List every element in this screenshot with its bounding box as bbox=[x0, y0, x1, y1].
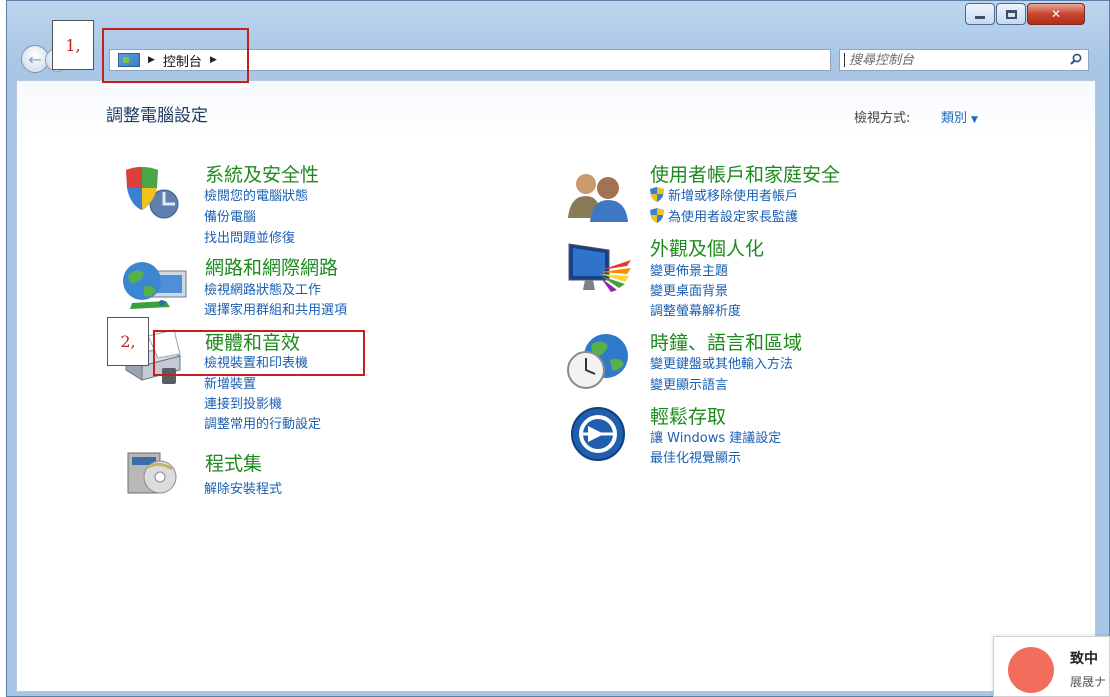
link-connect-projector[interactable]: 連接到投影機 bbox=[204, 393, 282, 412]
category-ease-of-access[interactable]: 輕鬆存取 bbox=[650, 402, 726, 429]
annotation-label-1: 1, bbox=[52, 20, 94, 70]
category-network-internet[interactable]: 網路和網際網路 bbox=[205, 253, 338, 280]
link-windows-suggest[interactable]: 讓 Windows 建議設定 bbox=[650, 427, 781, 446]
link-network-status[interactable]: 檢視網路狀態及工作 bbox=[204, 279, 321, 298]
minimize-icon bbox=[975, 15, 985, 19]
link-display-language[interactable]: 變更顯示語言 bbox=[650, 374, 728, 393]
link-add-remove-users[interactable]: 新增或移除使用者帳戶 bbox=[650, 185, 798, 204]
link-uninstall-program[interactable]: 解除安裝程式 bbox=[204, 478, 282, 497]
link-change-theme[interactable]: 變更佈景主題 bbox=[650, 260, 728, 279]
widget-title: 致中 bbox=[1070, 651, 1098, 667]
uac-shield-icon bbox=[650, 187, 664, 202]
link-backup[interactable]: 備份電腦 bbox=[204, 206, 256, 225]
dropdown-caret-icon: ▼ bbox=[971, 115, 978, 125]
annotation-box-devices bbox=[153, 330, 365, 376]
globe-network-icon[interactable] bbox=[118, 257, 190, 313]
page-title: 調整電腦設定 bbox=[106, 106, 208, 126]
globe-clock-icon[interactable] bbox=[566, 330, 636, 392]
link-optimize-visual[interactable]: 最佳化視覺顯示 bbox=[650, 447, 741, 466]
link-mobility-settings[interactable]: 調整常用的行動設定 bbox=[204, 413, 321, 432]
link-desktop-background[interactable]: 變更桌面背景 bbox=[650, 280, 728, 299]
link-parental-controls-label: 為使用者設定家長監護 bbox=[668, 210, 799, 225]
link-screen-resolution[interactable]: 調整螢幕解析度 bbox=[650, 300, 741, 319]
view-by-value: 類別 bbox=[941, 111, 968, 126]
link-add-remove-users-label: 新增或移除使用者帳戶 bbox=[668, 189, 799, 204]
close-button[interactable]: ✕ bbox=[1027, 3, 1085, 25]
maximize-icon bbox=[1005, 9, 1017, 19]
link-homegroup[interactable]: 選擇家用群組和共用選項 bbox=[204, 299, 347, 318]
text-caret bbox=[844, 53, 845, 67]
search-box[interactable] bbox=[839, 49, 1089, 71]
link-troubleshoot[interactable]: 找出問題並修復 bbox=[204, 227, 295, 246]
link-review-status[interactable]: 檢閱您的電腦狀態 bbox=[204, 185, 308, 204]
users-icon[interactable] bbox=[566, 168, 632, 222]
widget-avatar bbox=[1008, 647, 1054, 693]
link-parental-controls[interactable]: 為使用者設定家長監護 bbox=[650, 206, 798, 225]
ease-of-access-icon[interactable] bbox=[568, 406, 628, 462]
search-input[interactable] bbox=[849, 52, 1049, 68]
annotation-box-address bbox=[102, 28, 249, 83]
notification-widget[interactable]: 致中 展晟ナ bbox=[993, 636, 1110, 697]
widget-subtitle: 展晟ナ bbox=[1070, 675, 1107, 689]
maximize-button[interactable] bbox=[996, 3, 1026, 25]
view-by-label: 檢視方式: bbox=[854, 111, 911, 126]
close-icon: ✕ bbox=[1050, 7, 1062, 21]
category-clock-language-region[interactable]: 時鐘、語言和區域 bbox=[650, 328, 802, 355]
view-by-dropdown[interactable]: 類別 ▼ bbox=[941, 107, 978, 126]
shield-pc-icon[interactable] bbox=[120, 164, 182, 220]
category-appearance[interactable]: 外觀及個人化 bbox=[650, 234, 764, 261]
annotation-label-2: 2, bbox=[107, 317, 149, 366]
programs-disc-icon[interactable] bbox=[124, 447, 182, 499]
back-arrow-icon: ← bbox=[28, 49, 42, 69]
monitor-colors-icon[interactable] bbox=[565, 240, 635, 296]
uac-shield-icon bbox=[650, 208, 664, 223]
link-keyboard-input[interactable]: 變更鍵盤或其他輸入方法 bbox=[650, 353, 793, 372]
category-system-security[interactable]: 系統及安全性 bbox=[205, 160, 319, 187]
category-user-accounts[interactable]: 使用者帳戶和家庭安全 bbox=[650, 160, 840, 187]
search-icon[interactable] bbox=[1070, 53, 1082, 65]
category-programs[interactable]: 程式集 bbox=[205, 449, 262, 476]
minimize-button[interactable] bbox=[965, 3, 995, 25]
